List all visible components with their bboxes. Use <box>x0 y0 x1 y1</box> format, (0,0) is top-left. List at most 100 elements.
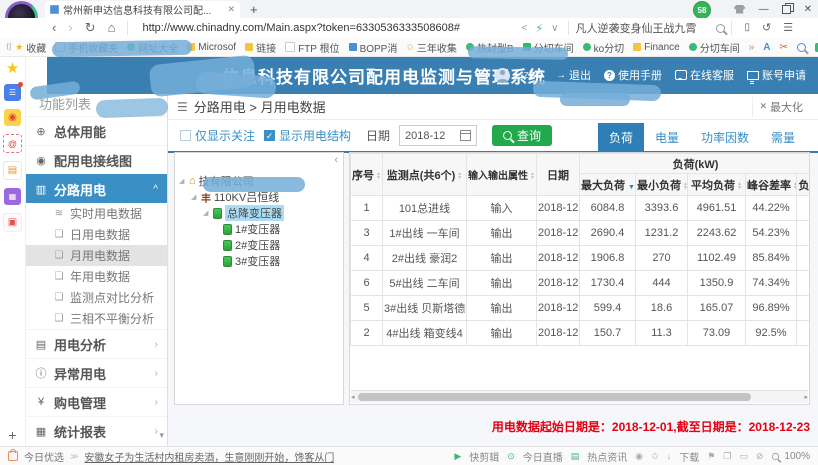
table-row[interactable]: 53#出线 贝斯塔德3输出2018-12599.418.6165.0796.89… <box>351 296 811 321</box>
tree-node-line[interactable]: ◢丰110KV吕恒线 <box>175 189 343 205</box>
tab-demand[interactable]: 需量 <box>760 123 806 151</box>
sidebar-item-abnormal[interactable]: ⓘ异常用电› <box>25 358 167 387</box>
scroll-left-icon[interactable]: ◂ <box>351 393 355 401</box>
new-tab-button[interactable]: + <box>250 2 258 18</box>
play-icon[interactable]: ▶ <box>454 451 461 462</box>
tree-node-transformer-2[interactable]: 2#变压器 <box>175 237 343 253</box>
sidebar-item-report[interactable]: ▦统计报表› <box>25 416 167 445</box>
refresh-icon[interactable]: ↻ <box>85 19 96 37</box>
only-follow-checkbox[interactable]: 仅显示关注 <box>180 127 255 144</box>
maximize-button[interactable]: ✕最大化 <box>752 97 809 117</box>
service-link[interactable]: 在线客服 <box>675 67 734 83</box>
table-row[interactable]: 65#出线 二车间输出2018-121730.44441350.974.34% <box>351 271 811 296</box>
feed-extension-icon[interactable]: ☰ <box>4 84 21 101</box>
logout-link[interactable]: →退出 <box>556 67 591 83</box>
checkbox-unchecked-icon[interactable] <box>180 130 191 141</box>
bookmark-item[interactable]: ★收藏 <box>15 40 46 55</box>
speed-badge[interactable]: 58 <box>693 1 711 19</box>
search-text[interactable]: 凡人逆袭变身仙王战九霄 <box>575 20 716 36</box>
table-row[interactable]: 24#出线 箱变线4输出2018-12150.711.373.0992.5% <box>351 321 811 346</box>
col-date[interactable]: 日期 <box>537 154 580 196</box>
table-row[interactable]: 42#出线 豪润2输出2018-121906.82701102.4985.84% <box>351 246 811 271</box>
flag-icon[interactable]: ⚑ <box>707 451 715 462</box>
share-icon[interactable]: < <box>522 23 528 34</box>
download-label[interactable]: 下载 <box>679 449 699 464</box>
theme-shirt-icon[interactable] <box>734 5 746 14</box>
back-icon[interactable]: ‹ <box>52 19 56 37</box>
download-icon[interactable]: ↓ <box>667 451 672 461</box>
col-point[interactable]: 监测点(共6个)▲▼ <box>383 154 467 196</box>
copy-icon[interactable]: ❒ <box>723 451 731 462</box>
home-icon[interactable]: ⌂ <box>108 19 116 37</box>
close-button[interactable]: ✕ <box>804 4 812 15</box>
tab-load[interactable]: 负荷 <box>598 123 644 151</box>
col-peak-valley[interactable]: 峰谷差率▲▼ <box>746 174 797 196</box>
live-icon[interactable]: ⊙ <box>507 451 515 462</box>
sidebar-sub-yearly[interactable]: ❏年用电数据 <box>25 266 167 287</box>
bookmark-item[interactable]: 热封型B <box>466 40 514 55</box>
scroll-right-icon[interactable]: ▸ <box>804 393 808 401</box>
undo-icon[interactable]: ↺ <box>762 19 771 37</box>
col-io[interactable]: 输入输出属性▲▼ <box>467 154 537 196</box>
account-link[interactable]: 账号申请 <box>747 67 806 83</box>
search-icon[interactable] <box>716 24 725 33</box>
bookmark-item[interactable]: 手机收藏夹 <box>55 40 118 55</box>
show-structure-checkbox[interactable]: ✓显示用电结构 <box>264 127 351 144</box>
date-input[interactable]: 2018-12 <box>399 125 477 146</box>
collapse-bookmarks-icon[interactable]: ⟨| <box>6 38 11 56</box>
quick-clip-label[interactable]: 快剪辑 <box>469 449 499 464</box>
point-link[interactable]: 5#出线 二车间 <box>383 271 467 296</box>
tree-caret-icon[interactable]: ◢ <box>191 193 198 201</box>
bookmarks-overflow[interactable]: » <box>749 42 755 53</box>
window-icon[interactable]: ▭ <box>739 451 748 462</box>
bookmark-item[interactable]: ko分切 <box>583 40 625 55</box>
bookmark-item[interactable]: 分切车间 <box>523 40 574 55</box>
tree-node-company[interactable]: ◢⌂技有限公司 <box>175 173 343 189</box>
snapshot-icon[interactable]: ◉ <box>635 451 643 462</box>
add-extension-button[interactable]: + <box>8 427 16 443</box>
tree-collapse-icon[interactable]: ‹ <box>334 154 338 166</box>
book-extension-icon[interactable]: ▤ <box>3 161 22 180</box>
browser-tab[interactable]: 常州新申达信息科技有限公司配... ✕ <box>45 1 240 18</box>
at-extension-icon[interactable]: @ <box>3 134 22 153</box>
tab-power-factor[interactable]: 功率因数 <box>690 123 760 151</box>
bookmark-item[interactable]: Finance <box>633 42 680 53</box>
sidebar-sub-daily[interactable]: ❏日用电数据 <box>25 224 167 245</box>
purple-extension-icon[interactable]: ▦ <box>4 188 21 205</box>
shopping-bag-icon[interactable] <box>8 451 18 461</box>
tab-close-icon[interactable]: ✕ <box>227 4 235 15</box>
bookmark-item[interactable]: 分切车间 <box>689 40 740 55</box>
col-seq[interactable]: 序号▲▼ <box>351 154 383 196</box>
sidebar-item-purchase[interactable]: ¥购电管理› <box>25 387 167 416</box>
point-link[interactable]: 3#出线 贝斯塔德3 <box>383 296 467 321</box>
mute-icon[interactable]: ⊘ <box>756 451 764 462</box>
live-today-label[interactable]: 今日直播 <box>523 449 563 464</box>
search-box[interactable]: 凡人逆袭变身仙王战九霄 <box>575 20 725 36</box>
calendar-icon[interactable] <box>460 130 471 141</box>
game-extension-icon[interactable]: ▣ <box>3 213 22 232</box>
phone-sync-icon[interactable]: ▯ <box>744 19 750 37</box>
weibo-extension-icon[interactable]: ◉ <box>4 109 21 126</box>
bookmark-item[interactable]: 链接 <box>245 40 276 55</box>
tree-caret-icon[interactable]: ◢ <box>179 177 186 185</box>
horizontal-scrollbar[interactable]: ◂ ▸ <box>351 390 808 403</box>
point-link[interactable]: 4#出线 箱变线4 <box>383 321 467 346</box>
favorites-star-icon[interactable]: ★ <box>4 59 21 76</box>
translate-icon[interactable]: A <box>763 42 770 53</box>
scissors-icon[interactable]: ✂ <box>780 42 788 53</box>
bookmark-item[interactable]: Microsof <box>187 42 236 53</box>
checkbox-checked-icon[interactable]: ✓ <box>264 130 275 141</box>
tree-node-main-transformer[interactable]: ◢总降变压器 <box>175 205 343 221</box>
bookmark-item[interactable]: FTP 根位 <box>285 40 339 55</box>
point-link[interactable]: 2#出线 豪润2 <box>383 246 467 271</box>
point-link[interactable]: 101总进线 <box>383 196 467 221</box>
col-max-load[interactable]: 最大负荷▼ <box>580 174 636 196</box>
url-bar[interactable]: http://www.chinadny.com/Main.aspx?token=… <box>142 22 562 35</box>
favorite-icon[interactable]: ✩ <box>651 451 659 462</box>
scrollbar-thumb[interactable] <box>358 393 751 401</box>
url-text[interactable]: http://www.chinadny.com/Main.aspx?token=… <box>142 22 517 34</box>
hot-news-label[interactable]: 热点资讯 <box>587 449 627 464</box>
sidebar-sub-realtime[interactable]: ≋实时用电数据 <box>25 203 167 224</box>
point-link[interactable]: 1#出线 一车间 <box>383 221 467 246</box>
sidebar-sub-phase[interactable]: ❏三相不平衡分析 <box>25 308 167 329</box>
